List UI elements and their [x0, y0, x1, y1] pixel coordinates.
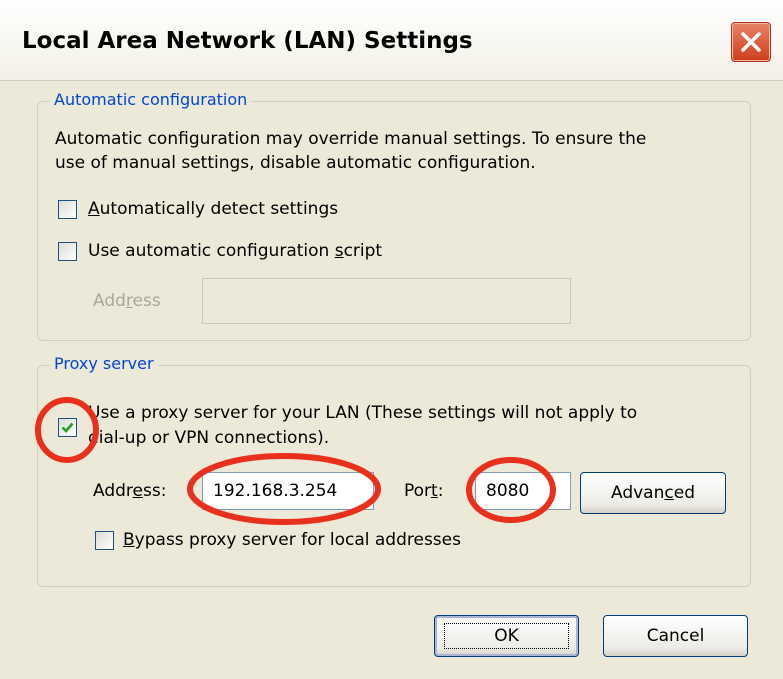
use-proxy-label-line2[interactable]: dial-up or VPN connections). [88, 426, 329, 450]
title-bar[interactable]: Local Area Network (LAN) Settings [0, 0, 783, 81]
ok-button[interactable]: OK [434, 615, 579, 657]
auto-config-description-line2: use of manual settings, disable automati… [55, 153, 536, 173]
auto-config-script-checkbox[interactable] [58, 242, 77, 261]
proxy-server-legend: Proxy server [50, 354, 158, 373]
window-title: Local Area Network (LAN) Settings [22, 28, 473, 54]
proxy-address-label: Address: [93, 481, 167, 501]
auto-config-script-accelerator: s [334, 241, 344, 261]
use-proxy-label-line1[interactable]: Use a proxy server for your LAN (These s… [88, 401, 637, 425]
cancel-button[interactable]: Cancel [603, 615, 748, 657]
bypass-local-label[interactable]: Bypass proxy server for local addresses [123, 528, 461, 552]
close-button[interactable] [731, 22, 771, 62]
auto-config-script-label[interactable]: Use automatic configuration script [88, 239, 382, 263]
bypass-local-accelerator: B [123, 530, 135, 550]
ok-focus-rect [444, 623, 569, 649]
proxy-port-field[interactable]: 8080 [475, 472, 571, 510]
auto-detect-accelerator: A [88, 199, 100, 219]
close-icon [741, 32, 761, 52]
auto-config-description-line1: Automatic configuration may override man… [55, 129, 647, 149]
lan-settings-dialog: Local Area Network (LAN) Settings Automa… [0, 0, 783, 679]
auto-config-address-label: Address [93, 291, 161, 311]
bypass-local-checkbox[interactable] [95, 531, 114, 550]
auto-detect-label[interactable]: Automatically detect settings [88, 197, 338, 221]
proxy-port-label: Port: [404, 481, 444, 501]
use-proxy-checkbox[interactable] [58, 418, 77, 437]
advanced-button[interactable]: Advanced [580, 472, 726, 514]
checkmark-icon [61, 422, 74, 433]
automatic-configuration-legend: Automatic configuration [50, 90, 252, 109]
proxy-address-field[interactable]: 192.168.3.254 [202, 472, 374, 510]
auto-detect-checkbox[interactable] [58, 200, 77, 219]
auto-config-address-field[interactable] [202, 278, 571, 324]
